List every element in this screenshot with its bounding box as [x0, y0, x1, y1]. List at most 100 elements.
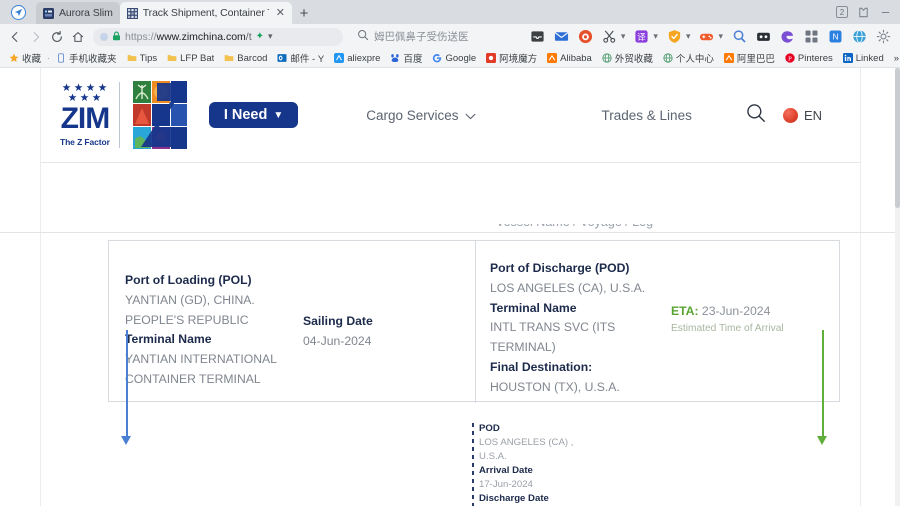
tab-strip: Aurora Slim Track Shipment, Container Tr… — [0, 0, 900, 24]
new-tab-button[interactable]: + — [292, 2, 316, 24]
pinterest-icon: P — [785, 53, 795, 63]
bookmark-item[interactable]: 收藏 — [4, 51, 46, 65]
alibaba-icon — [547, 53, 558, 63]
shield-icon[interactable] — [667, 29, 682, 44]
collections-icon[interactable] — [857, 6, 870, 19]
pod-detail-location-line1: LOS ANGELES (CA) , — [479, 437, 574, 449]
bookmark-label: 外贸收藏 — [614, 54, 653, 65]
tab-count-badge[interactable]: 2 — [836, 6, 848, 18]
bookmark-item[interactable]: 手机收藏夹 — [51, 51, 122, 65]
bookmark-item[interactable]: 阿里巴巴 — [719, 51, 780, 65]
bookmark-item[interactable]: Google — [427, 53, 481, 64]
bookmark-item[interactable]: 外贸收藏 — [597, 51, 658, 65]
bookmark-item[interactable]: Tips — [122, 53, 163, 64]
logo-divider — [118, 82, 120, 148]
header-bottom-rule — [41, 162, 860, 163]
bookmark-item[interactable]: aliexpre — [329, 53, 385, 64]
bookmark-item[interactable]: Linked — [838, 53, 889, 64]
nav-item-cargo-services[interactable]: Cargo Services — [366, 108, 475, 123]
shipment-info-card: Port of Loading (POL) YANTIAN (GD), CHIN… — [108, 240, 840, 403]
close-icon[interactable]: ✕ — [274, 7, 285, 19]
pol-terminal-line2: CONTAINER TERMINAL — [125, 371, 261, 386]
bookmark-item[interactable]: LFP Bat — [162, 53, 219, 64]
grid-icon[interactable] — [804, 29, 819, 44]
app-icon — [43, 7, 54, 19]
bookmark-label: 百度 — [403, 54, 423, 65]
alibaba-icon — [723, 53, 734, 63]
note-icon[interactable]: N — [828, 29, 843, 44]
scissors-icon[interactable] — [602, 29, 617, 44]
split-screen-icon[interactable]: ✦ — [256, 31, 264, 42]
language-label: EN — [803, 107, 822, 123]
edge-icon[interactable] — [780, 29, 795, 44]
scrollbar-thumb[interactable] — [895, 68, 900, 208]
translate-icon[interactable]: 译 — [634, 29, 649, 44]
home-icon[interactable] — [68, 27, 87, 46]
bookmark-item[interactable]: 百度 — [385, 51, 427, 65]
pol-connector-arrow — [120, 330, 134, 450]
forward-icon — [26, 27, 45, 46]
final-destination-label: Final Destination: — [490, 359, 593, 374]
logo-stars-row-top — [62, 83, 107, 92]
bookmark-item[interactable]: 阿境魔方 — [481, 51, 542, 65]
star-icon — [74, 83, 83, 91]
globe-icon[interactable] — [852, 29, 867, 44]
settings-icon[interactable] — [876, 29, 891, 44]
bookmark-label: 个人中心 — [675, 54, 714, 65]
nav-item-trades-lines[interactable]: Trades & Lines — [602, 108, 692, 123]
page-scrollbar[interactable] — [895, 68, 900, 506]
star-icon — [80, 93, 89, 101]
page-content: ZIM The Z Factor I Need ▼ Cargo Services… — [0, 68, 900, 506]
bookmark-label: 阿境魔方 — [499, 54, 538, 65]
star-icon — [62, 83, 71, 91]
sailing-date-label: Sailing Date — [303, 314, 373, 328]
game-icon[interactable] — [699, 29, 714, 44]
bookmark-item[interactable]: P Pinteres — [780, 53, 838, 64]
tab-aurora-slim[interactable]: Aurora Slim — [36, 2, 120, 24]
logo-stars-row-bottom — [68, 93, 101, 102]
pol-location-line1: YANTIAN (GD), CHINA. — [125, 292, 255, 307]
url-text: https://www.zimchina.com/t — [125, 31, 252, 43]
dropdown-dot[interactable]: ▾ — [653, 31, 658, 42]
tab-strip-nav-button[interactable] — [0, 0, 36, 24]
mail-icon[interactable] — [554, 29, 569, 44]
card-column-divider — [475, 241, 476, 403]
search-box[interactable]: 姆巴佩鼻子受伤送医 — [357, 28, 507, 46]
address-bar-row: https://www.zimchina.com/t ✦ ▾ 姆巴佩鼻子受伤送医… — [0, 24, 900, 49]
svg-text:P: P — [788, 56, 792, 63]
pol-group: Port of Loading (POL) YANTIAN (GD), CHIN… — [125, 271, 277, 390]
bookmark-item[interactable]: Alibaba — [542, 53, 597, 64]
bookmarks-overflow-button[interactable]: » — [889, 53, 900, 64]
i-need-button[interactable]: I Need ▼ — [208, 102, 299, 128]
pod-discharge-label: Discharge Date — [479, 493, 549, 505]
minimize-icon[interactable] — [879, 6, 892, 19]
linkedin-icon — [842, 53, 853, 63]
bookmark-item[interactable]: 个人中心 — [658, 51, 719, 65]
bookmark-item[interactable]: 邮件 - Y — [272, 51, 329, 65]
tab-track-shipment[interactable]: Track Shipment, Container Tr ✕ — [119, 2, 292, 24]
dropdown-dot[interactable]: ▾ — [718, 31, 723, 42]
zim-logo[interactable]: ZIM The Z Factor — [60, 79, 191, 151]
chevron-down-icon — [465, 108, 476, 123]
search-icon[interactable] — [745, 102, 767, 129]
language-selector[interactable]: EN — [782, 107, 822, 123]
magnifier-icon[interactable] — [732, 29, 747, 44]
back-icon[interactable] — [5, 27, 24, 46]
dropdown-dot[interactable]: ▾ — [621, 31, 626, 42]
pod-detail-dashed-line — [472, 423, 474, 506]
star-icon — [98, 83, 107, 91]
zim-icon — [126, 7, 138, 19]
navigator-icon — [10, 4, 26, 20]
zim-wordmark: ZIM The Z Factor — [60, 83, 110, 147]
dropdown-dot[interactable]: ▾ — [686, 31, 691, 42]
svg-text:译: 译 — [638, 32, 647, 42]
inbox-icon[interactable] — [530, 29, 545, 44]
bookmark-item[interactable]: Barcod — [219, 53, 272, 64]
reload-icon[interactable] — [47, 27, 66, 46]
wallet-icon[interactable] — [756, 29, 771, 44]
address-input[interactable]: https://www.zimchina.com/t ✦ ▾ — [93, 27, 343, 46]
lock-icon — [112, 28, 121, 46]
weibo-icon[interactable] — [578, 29, 593, 44]
chevron-down-icon[interactable]: ▾ — [268, 31, 273, 42]
chevron-down-icon: ▼ — [273, 109, 284, 121]
